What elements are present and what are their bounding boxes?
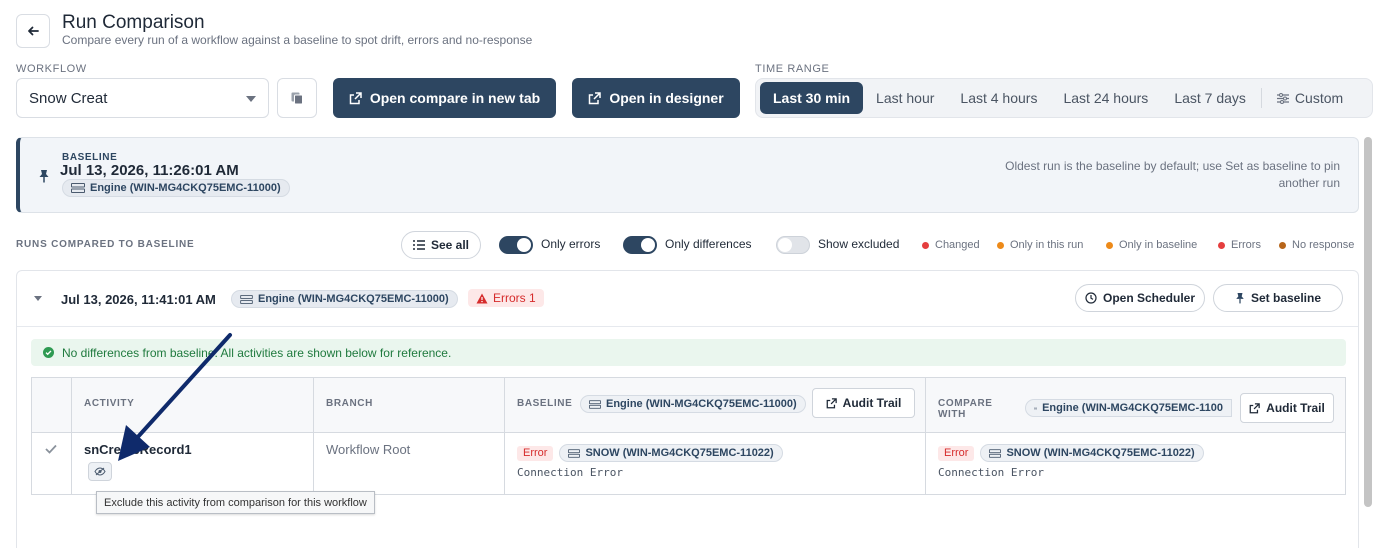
eye-slash-icon (94, 467, 106, 476)
external-link-icon (1249, 402, 1260, 413)
legend-only-in-this-run: Only in this run (997, 239, 1083, 251)
chevron-down-icon[interactable] (34, 296, 42, 301)
column-header-compare-with: COMPARE WITH (938, 398, 993, 420)
baseline-message: Connection Error (517, 466, 623, 479)
baseline-cell-status: Error SNOW (WIN-MG4CKQ75EMC-11022) (517, 444, 783, 462)
toggle-knob (517, 238, 531, 252)
external-link-icon (349, 91, 362, 104)
pin-icon (1236, 293, 1244, 304)
server-icon (71, 183, 85, 193)
error-tag: Error (517, 445, 554, 461)
warning-icon (476, 293, 488, 303)
time-option-last-7-days[interactable]: Last 7 days (1161, 82, 1259, 114)
pin-icon (39, 170, 49, 183)
legend-changed: Changed (922, 239, 980, 251)
branch-name: Workflow Root (326, 442, 411, 457)
time-option-last-hour[interactable]: Last hour (863, 82, 947, 114)
toggle-knob (778, 238, 792, 252)
see-all-button[interactable]: See all (401, 231, 481, 259)
column-header-branch: BRANCH (326, 398, 373, 409)
legend-only-in-baseline: Only in baseline (1106, 239, 1197, 251)
time-option-custom[interactable]: Custom (1264, 82, 1356, 114)
server-icon (1034, 406, 1038, 410)
compare-cell-status: Error SNOW (WIN-MG4CKQ75EMC-11022) (938, 444, 1204, 462)
baseline-audit-trail-button[interactable]: Audit Trail (812, 388, 915, 418)
page-title: Run Comparison (62, 12, 205, 33)
time-option-last-30-min[interactable]: Last 30 min (760, 82, 864, 114)
errors-badge: Errors 1 (468, 289, 544, 307)
only-errors-toggle[interactable] (499, 236, 533, 254)
time-option-last-24-hours[interactable]: Last 24 hours (1050, 82, 1161, 114)
workflow-label: WORKFLOW (16, 63, 87, 75)
compare-engine-chip: Engine (WIN-MG4CKQ75EMC-1100 (1025, 399, 1232, 417)
baseline-engine-chip: Engine (WIN-MG4CKQ75EMC-11000) (62, 179, 290, 197)
snow-engine-chip: SNOW (WIN-MG4CKQ75EMC-11022) (559, 444, 783, 462)
baseline-date: Jul 13, 2026, 11:26:01 AM (60, 162, 239, 179)
external-link-icon (589, 91, 602, 104)
baseline-engine-chip: Engine (WIN-MG4CKQ75EMC-11000) (580, 395, 806, 413)
arrow-left-icon (28, 26, 39, 36)
run-engine-chip: Engine (WIN-MG4CKQ75EMC-11000) (231, 290, 458, 308)
legend-dot (922, 241, 929, 249)
only-differences-label: Only differences (665, 237, 752, 251)
workflow-select[interactable]: Snow Creat (16, 78, 269, 118)
server-icon (989, 448, 1002, 458)
back-button[interactable] (16, 14, 50, 48)
column-divider (504, 378, 505, 494)
legend-dot (997, 241, 1004, 249)
compare-message: Connection Error (938, 466, 1044, 479)
open-compare-new-tab-button[interactable]: Open compare in new tab (333, 78, 556, 118)
check-icon (45, 444, 57, 454)
segment-divider (1260, 88, 1262, 108)
column-divider (313, 378, 314, 494)
open-scheduler-button[interactable]: Open Scheduler (1075, 284, 1205, 312)
legend-errors: Errors (1218, 239, 1261, 251)
time-range-label: TIME RANGE (755, 63, 830, 75)
open-designer-button[interactable]: Open in designer (572, 78, 740, 118)
run-header[interactable]: Jul 13, 2026, 11:41:01 AM Engine (WIN-MG… (17, 271, 1358, 327)
column-header-baseline: BASELINE (517, 398, 573, 409)
list-icon (412, 240, 425, 250)
time-range-segmented: Last 30 min Last hour Last 4 hours Last … (755, 78, 1373, 118)
chevron-down-icon (246, 96, 256, 102)
compare-audit-trail-button[interactable]: Audit Trail (1240, 393, 1334, 423)
page-subtitle: Compare every run of a workflow against … (62, 33, 533, 47)
legend-dot (1218, 241, 1225, 249)
server-icon (589, 399, 601, 409)
set-baseline-button[interactable]: Set baseline (1213, 284, 1343, 312)
server-icon (568, 448, 581, 458)
time-option-last-4-hours[interactable]: Last 4 hours (947, 82, 1050, 114)
baseline-note: Oldest run is the baseline by default; u… (1005, 159, 1340, 190)
baseline-card: BASELINE Jul 13, 2026, 11:26:01 AM Engin… (16, 137, 1359, 213)
only-errors-label: Only errors (541, 237, 601, 251)
only-differences-toggle[interactable] (623, 236, 657, 254)
clock-icon (1085, 292, 1097, 304)
vertical-scrollbar[interactable] (1364, 137, 1372, 507)
annotation-arrow (118, 333, 232, 461)
workflow-selected-value: Snow Creat (29, 89, 108, 107)
legend-no-response: No response (1279, 239, 1354, 251)
server-icon (240, 294, 253, 304)
toggle-knob (641, 238, 655, 252)
legend-dot (1279, 241, 1286, 249)
sliders-icon (1276, 92, 1289, 104)
legend-dot (1106, 241, 1113, 249)
error-tag: Error (938, 445, 975, 461)
show-excluded-label: Show excluded (818, 237, 900, 251)
snow-engine-chip: SNOW (WIN-MG4CKQ75EMC-11022) (980, 444, 1204, 462)
show-excluded-toggle[interactable] (776, 236, 810, 254)
external-link-icon (826, 397, 837, 408)
column-divider (925, 378, 926, 494)
column-divider (71, 378, 72, 494)
copy-icon (291, 92, 303, 105)
copy-button[interactable] (277, 78, 317, 118)
runs-compared-label: RUNS COMPARED TO BASELINE (16, 239, 195, 250)
run-date: Jul 13, 2026, 11:41:01 AM (61, 292, 216, 307)
exclude-tooltip: Exclude this activity from comparison fo… (96, 491, 375, 514)
check-circle-icon (43, 347, 54, 358)
